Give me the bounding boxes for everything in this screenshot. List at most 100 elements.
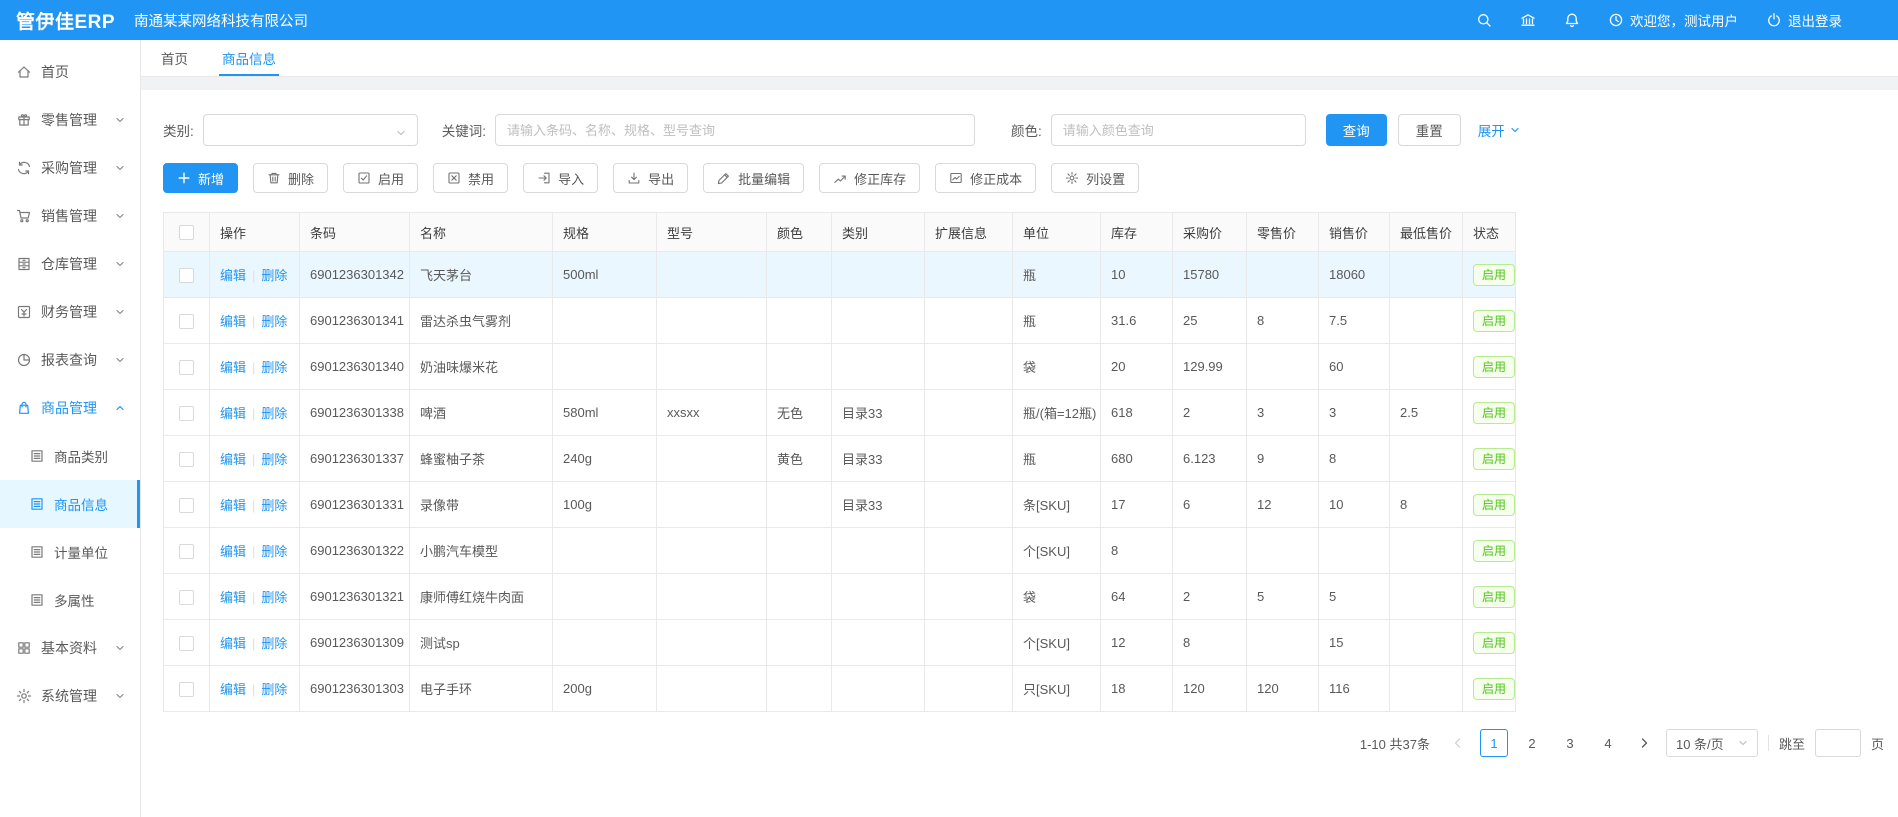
page-size-select[interactable]: 10 条/页 bbox=[1666, 729, 1758, 757]
delete-button[interactable]: 删除 bbox=[253, 163, 328, 193]
disable-button[interactable]: 禁用 bbox=[433, 163, 508, 193]
edit-link[interactable]: 编辑 bbox=[220, 498, 246, 513]
delete-link[interactable]: 删除 bbox=[261, 314, 287, 329]
logout-button[interactable]: 退出登录 bbox=[1766, 10, 1842, 30]
sidebar-item-retail[interactable]: 零售管理 bbox=[0, 96, 140, 144]
color-input[interactable] bbox=[1051, 114, 1306, 146]
fix-cost-button[interactable]: 修正成本 bbox=[935, 163, 1036, 193]
row-checkbox[interactable] bbox=[179, 590, 194, 605]
import-button[interactable]: 导入 bbox=[523, 163, 598, 193]
enable-button[interactable]: 启用 bbox=[343, 163, 418, 193]
sidebar-item-finance[interactable]: 财务管理 bbox=[0, 288, 140, 336]
delete-link[interactable]: 删除 bbox=[261, 544, 287, 559]
next-page-button[interactable] bbox=[1632, 729, 1656, 757]
category-select[interactable] bbox=[203, 114, 418, 146]
row-checkbox[interactable] bbox=[179, 452, 194, 467]
add-button[interactable]: 新增 bbox=[163, 163, 238, 193]
column-header: 状态 bbox=[1463, 213, 1516, 252]
jump-page-input[interactable] bbox=[1815, 729, 1861, 757]
delete-link[interactable]: 删除 bbox=[261, 268, 287, 283]
sidebar-item-measure-unit[interactable]: 计量单位 bbox=[0, 528, 140, 576]
table-row: 编辑|删除6901236301342飞天茅台500ml瓶101578018060… bbox=[164, 252, 1516, 298]
sidebar-item-system[interactable]: 系统管理 bbox=[0, 672, 140, 720]
sidebar-item-sales[interactable]: 销售管理 bbox=[0, 192, 140, 240]
page-button-3[interactable]: 3 bbox=[1556, 729, 1584, 757]
prev-page-button[interactable] bbox=[1446, 729, 1470, 757]
edit-link[interactable]: 编辑 bbox=[220, 682, 246, 697]
page-button-1[interactable]: 1 bbox=[1480, 729, 1508, 757]
delete-link[interactable]: 删除 bbox=[261, 406, 287, 421]
sidebar-item-multi-attribute[interactable]: 多属性 bbox=[0, 576, 140, 624]
cell-barcode: 6901236301309 bbox=[300, 620, 410, 666]
cell-ext bbox=[925, 620, 1013, 666]
edit-link[interactable]: 编辑 bbox=[220, 590, 246, 605]
button-label: 导出 bbox=[648, 169, 674, 188]
cell-name: 奶油味爆米花 bbox=[410, 344, 553, 390]
sidebar-item-home[interactable]: 首页 bbox=[0, 48, 140, 96]
select-all-checkbox[interactable] bbox=[179, 225, 194, 240]
delete-link[interactable]: 删除 bbox=[261, 682, 287, 697]
row-checkbox[interactable] bbox=[179, 498, 194, 513]
cell-category: 目录33 bbox=[832, 482, 925, 528]
doc-icon bbox=[29, 592, 45, 608]
doc-icon bbox=[29, 496, 45, 512]
fix-cost-icon bbox=[949, 171, 963, 185]
sidebar-item-warehouse[interactable]: 仓库管理 bbox=[0, 240, 140, 288]
sidebar-item-product-category[interactable]: 商品类别 bbox=[0, 432, 140, 480]
delete-link[interactable]: 删除 bbox=[261, 360, 287, 375]
edit-link[interactable]: 编辑 bbox=[220, 406, 246, 421]
bank-icon[interactable] bbox=[1520, 12, 1536, 28]
edit-link[interactable]: 编辑 bbox=[220, 314, 246, 329]
page-button-4[interactable]: 4 bbox=[1594, 729, 1622, 757]
fix-stock-button[interactable]: 修正库存 bbox=[819, 163, 920, 193]
row-checkbox[interactable] bbox=[179, 360, 194, 375]
keyword-input[interactable] bbox=[495, 114, 975, 146]
search-button[interactable]: 查询 bbox=[1326, 114, 1387, 146]
delete-link[interactable]: 删除 bbox=[261, 636, 287, 651]
edit-link[interactable]: 编辑 bbox=[220, 360, 246, 375]
cell-name: 小鹏汽车模型 bbox=[410, 528, 553, 574]
edit-link[interactable]: 编辑 bbox=[220, 544, 246, 559]
cell-barcode: 6901236301337 bbox=[300, 436, 410, 482]
tab-home[interactable]: 首页 bbox=[158, 40, 191, 76]
tab-product-info[interactable]: 商品信息 bbox=[219, 40, 279, 76]
button-label: 批量编辑 bbox=[738, 169, 790, 188]
sidebar-item-base-data[interactable]: 基本资料 bbox=[0, 624, 140, 672]
cell-retail: 120 bbox=[1247, 666, 1319, 712]
column-header: 库存 bbox=[1101, 213, 1173, 252]
delete-link[interactable]: 删除 bbox=[261, 498, 287, 513]
welcome-user[interactable]: 欢迎您，测试用户 bbox=[1608, 10, 1738, 30]
cell-name: 录像带 bbox=[410, 482, 553, 528]
delete-link[interactable]: 删除 bbox=[261, 452, 287, 467]
sidebar-item-report[interactable]: 报表查询 bbox=[0, 336, 140, 384]
batch-edit-button[interactable]: 批量编辑 bbox=[703, 163, 804, 193]
row-checkbox[interactable] bbox=[179, 636, 194, 651]
sidebar-item-product[interactable]: 商品管理 bbox=[0, 384, 140, 432]
column-settings-button[interactable]: 列设置 bbox=[1051, 163, 1139, 193]
sidebar-item-product-info[interactable]: 商品信息 bbox=[0, 480, 140, 528]
bell-icon[interactable] bbox=[1564, 12, 1580, 28]
expand-link[interactable]: 展开 bbox=[1478, 120, 1520, 140]
edit-link[interactable]: 编辑 bbox=[220, 452, 246, 467]
export-button[interactable]: 导出 bbox=[613, 163, 688, 193]
cell-name: 蜂蜜柚子茶 bbox=[410, 436, 553, 482]
delete-link[interactable]: 删除 bbox=[261, 590, 287, 605]
search-icon[interactable] bbox=[1476, 12, 1492, 28]
cell-min bbox=[1390, 528, 1463, 574]
row-checkbox[interactable] bbox=[179, 682, 194, 697]
row-select-cell bbox=[164, 528, 210, 574]
cell-barcode: 6901236301303 bbox=[300, 666, 410, 712]
edit-link[interactable]: 编辑 bbox=[220, 268, 246, 283]
page-button-2[interactable]: 2 bbox=[1518, 729, 1546, 757]
row-checkbox[interactable] bbox=[179, 314, 194, 329]
column-settings-icon bbox=[1065, 171, 1079, 185]
row-checkbox[interactable] bbox=[179, 544, 194, 559]
row-checkbox[interactable] bbox=[179, 268, 194, 283]
reset-button[interactable]: 重置 bbox=[1398, 114, 1461, 146]
cell-barcode: 6901236301338 bbox=[300, 390, 410, 436]
app-header: 管伊佳ERP 南通某某网络科技有限公司 欢迎您，测试用户 退出登录 bbox=[0, 0, 1898, 40]
cell-retail bbox=[1247, 620, 1319, 666]
edit-link[interactable]: 编辑 bbox=[220, 636, 246, 651]
sidebar-item-purchase[interactable]: 采购管理 bbox=[0, 144, 140, 192]
row-checkbox[interactable] bbox=[179, 406, 194, 421]
